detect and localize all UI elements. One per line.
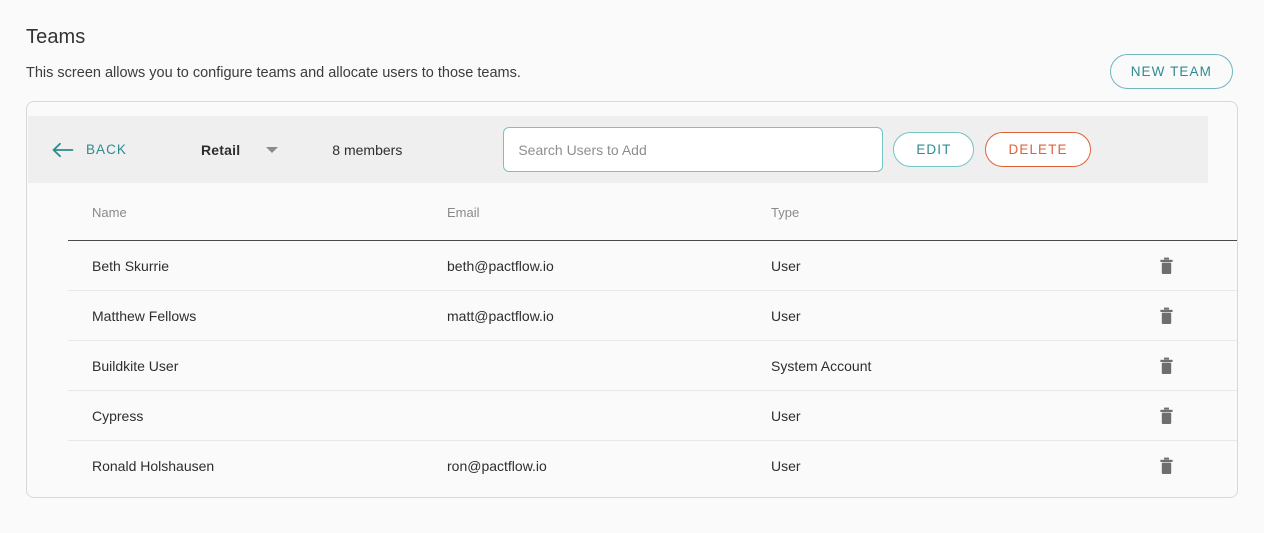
new-team-button[interactable]: NEW TEAM <box>1110 54 1233 89</box>
team-toolbar: BACK Retail 8 members EDIT DELETE <box>28 116 1208 183</box>
delete-team-button-label: DELETE <box>1008 142 1067 157</box>
table-row: Matthew Fellows matt@pactflow.io User <box>68 291 1238 341</box>
new-team-button-label: NEW TEAM <box>1131 64 1212 79</box>
team-selector[interactable]: Retail <box>201 142 278 158</box>
cell-name: Matthew Fellows <box>68 308 447 324</box>
cell-action <box>1108 453 1225 479</box>
back-button[interactable]: BACK <box>52 142 127 158</box>
members-table: Name Email Type Beth Skurrie beth@pactfl… <box>68 184 1238 490</box>
cell-type: User <box>771 258 1108 274</box>
cell-action <box>1108 253 1225 279</box>
delete-member-button[interactable] <box>1154 303 1180 329</box>
trash-icon <box>1159 307 1174 325</box>
trash-icon <box>1159 407 1174 425</box>
column-header-type: Type <box>771 205 1108 220</box>
cell-email: matt@pactflow.io <box>447 308 771 324</box>
edit-team-button[interactable]: EDIT <box>893 132 974 167</box>
cell-name: Cypress <box>68 408 447 424</box>
trash-icon <box>1159 357 1174 375</box>
column-header-name: Name <box>68 205 447 220</box>
cell-name: Ronald Holshausen <box>68 458 447 474</box>
cell-email: ron@pactflow.io <box>447 458 771 474</box>
delete-member-button[interactable] <box>1154 253 1180 279</box>
page-title: Teams <box>26 24 85 50</box>
search-users-wrap <box>503 127 883 172</box>
table-row: Ronald Holshausen ron@pactflow.io User <box>68 441 1238 490</box>
cell-email: beth@pactflow.io <box>447 258 771 274</box>
cell-name: Buildkite User <box>68 358 447 374</box>
members-table-header: Name Email Type <box>68 184 1238 241</box>
back-button-label: BACK <box>86 142 127 157</box>
search-users-input[interactable] <box>503 127 883 172</box>
cell-name: Beth Skurrie <box>68 258 447 274</box>
cell-type: System Account <box>771 358 1108 374</box>
arrow-left-icon <box>52 142 74 158</box>
edit-team-button-label: EDIT <box>916 142 951 157</box>
table-row: Cypress User <box>68 391 1238 441</box>
column-header-email: Email <box>447 205 771 220</box>
cell-action <box>1108 353 1225 379</box>
table-row: Beth Skurrie beth@pactflow.io User <box>68 241 1238 291</box>
team-selector-value: Retail <box>201 142 240 158</box>
team-detail-card: BACK Retail 8 members EDIT DELETE Name E… <box>26 101 1238 498</box>
cell-type: User <box>771 308 1108 324</box>
delete-member-button[interactable] <box>1154 403 1180 429</box>
cell-action <box>1108 403 1225 429</box>
cell-type: User <box>771 458 1108 474</box>
cell-type: User <box>771 408 1108 424</box>
delete-member-button[interactable] <box>1154 453 1180 479</box>
chevron-down-icon <box>266 147 278 153</box>
delete-team-button[interactable]: DELETE <box>985 132 1090 167</box>
cell-action <box>1108 303 1225 329</box>
teams-page: Teams This screen allows you to configur… <box>0 0 1264 533</box>
table-row: Buildkite User System Account <box>68 341 1238 391</box>
delete-member-button[interactable] <box>1154 353 1180 379</box>
trash-icon <box>1159 257 1174 275</box>
member-count: 8 members <box>332 142 402 158</box>
trash-icon <box>1159 457 1174 475</box>
page-subtitle: This screen allows you to configure team… <box>26 64 521 82</box>
